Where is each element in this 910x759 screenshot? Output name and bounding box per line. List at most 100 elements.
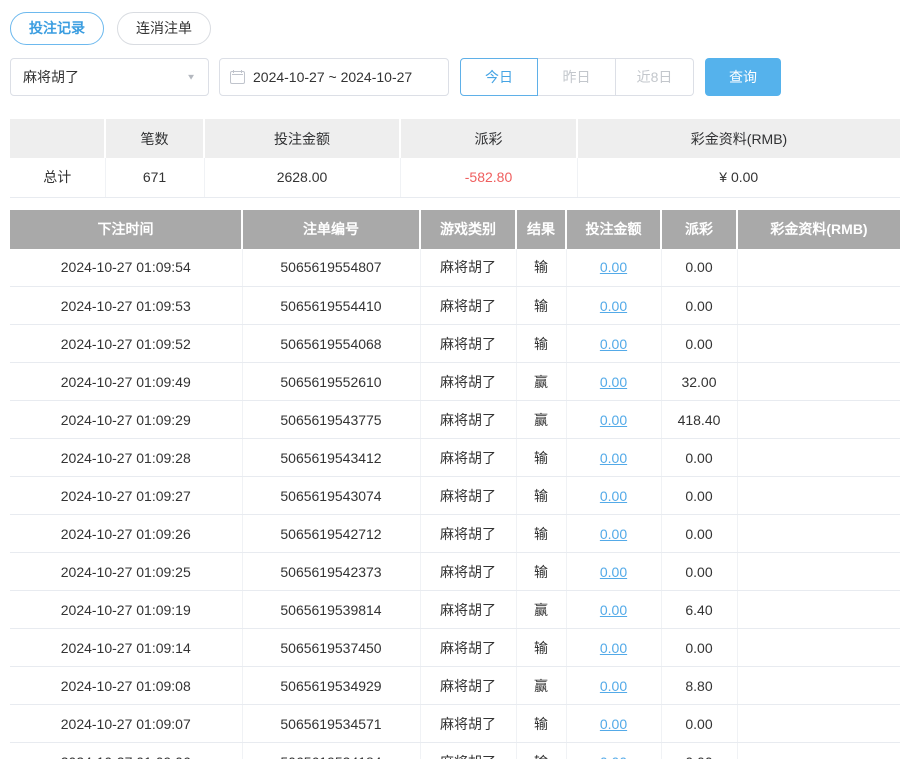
bet-amount-link[interactable]: 0.00: [600, 602, 627, 618]
table-row: 2024-10-27 01:09:52 5065619554068 麻将胡了 输…: [10, 325, 900, 363]
header-game-type: 游戏类别: [420, 210, 516, 249]
bonus-cell: [737, 515, 900, 553]
bet-amount-link[interactable]: 0.00: [600, 336, 627, 352]
summary-header-count: 笔数: [105, 119, 204, 158]
game-type-cell: 麻将胡了: [420, 667, 516, 705]
result-cell: 输: [516, 477, 566, 515]
table-row: 2024-10-27 01:09:53 5065619554410 麻将胡了 输…: [10, 287, 900, 325]
payout-cell: 0.00: [661, 287, 737, 325]
bonus-cell: [737, 439, 900, 477]
table-row: 2024-10-27 01:09:25 5065619542373 麻将胡了 输…: [10, 553, 900, 591]
result-cell: 输: [516, 705, 566, 743]
header-payout: 派彩: [661, 210, 737, 249]
payout-cell: 0.00: [661, 439, 737, 477]
order-number-cell: 5065619543074: [242, 477, 420, 515]
result-cell: 输: [516, 287, 566, 325]
summary-header-bet-amount: 投注金额: [204, 119, 400, 158]
header-bonus: 彩金资料(RMB): [737, 210, 900, 249]
date-range-input[interactable]: 2024-10-27 ~ 2024-10-27: [219, 58, 449, 96]
payout-cell: 32.00: [661, 363, 737, 401]
order-number-cell: 5065619554410: [242, 287, 420, 325]
betting-records-page: 投注记录 连消注单 麻将胡了 ▼ 2024-10-27 ~ 2024-10-27…: [0, 0, 910, 759]
bet-amount-cell: 0.00: [566, 363, 661, 401]
bet-amount-cell: 0.00: [566, 629, 661, 667]
payout-cell: 0.00: [661, 249, 737, 287]
order-number-cell: 5065619554068: [242, 325, 420, 363]
table-row: 2024-10-27 01:09:54 5065619554807 麻将胡了 输…: [10, 249, 900, 287]
summary-header-bonus: 彩金资料(RMB): [577, 119, 900, 158]
bet-time-cell: 2024-10-27 01:09:28: [10, 439, 242, 477]
result-cell: 输: [516, 629, 566, 667]
result-cell: 赢: [516, 591, 566, 629]
yesterday-button[interactable]: 昨日: [538, 58, 616, 96]
bet-amount-link[interactable]: 0.00: [600, 488, 627, 504]
payout-cell: 0.00: [661, 553, 737, 591]
query-button[interactable]: 查询: [705, 58, 781, 96]
bet-amount-link[interactable]: 0.00: [600, 412, 627, 428]
order-number-cell: 5065619543775: [242, 401, 420, 439]
bet-amount-link[interactable]: 0.00: [600, 564, 627, 580]
calendar-icon: [230, 70, 245, 84]
tab-betting-records[interactable]: 投注记录: [10, 12, 104, 45]
last-8-days-button[interactable]: 近8日: [616, 58, 694, 96]
game-type-cell: 麻将胡了: [420, 477, 516, 515]
table-row: 2024-10-27 01:09:27 5065619543074 麻将胡了 输…: [10, 477, 900, 515]
game-type-cell: 麻将胡了: [420, 401, 516, 439]
bet-amount-cell: 0.00: [566, 705, 661, 743]
bet-amount-cell: 0.00: [566, 515, 661, 553]
result-cell: 输: [516, 553, 566, 591]
order-number-cell: 5065619554807: [242, 249, 420, 287]
summary-total-count: 671: [105, 158, 204, 197]
bet-amount-link[interactable]: 0.00: [600, 640, 627, 656]
game-type-cell: 麻将胡了: [420, 515, 516, 553]
summary-header-payout: 派彩: [400, 119, 577, 158]
bonus-cell: [737, 249, 900, 287]
table-row: 2024-10-27 01:09:19 5065619539814 麻将胡了 赢…: [10, 591, 900, 629]
bet-time-cell: 2024-10-27 01:09:19: [10, 591, 242, 629]
bet-amount-cell: 0.00: [566, 667, 661, 705]
game-type-cell: 麻将胡了: [420, 287, 516, 325]
bet-amount-link[interactable]: 0.00: [600, 716, 627, 732]
bet-time-cell: 2024-10-27 01:09:29: [10, 401, 242, 439]
summary-table: 笔数 投注金额 派彩 彩金资料(RMB) 总计 671 2628.00 -582…: [10, 119, 900, 198]
summary-header-row: 笔数 投注金额 派彩 彩金资料(RMB): [10, 119, 900, 158]
table-row: 2024-10-27 01:09:26 5065619542712 麻将胡了 输…: [10, 515, 900, 553]
bet-amount-cell: 0.00: [566, 439, 661, 477]
order-number-cell: 5065619537450: [242, 629, 420, 667]
result-cell: 赢: [516, 401, 566, 439]
payout-cell: 0.00: [661, 743, 737, 759]
bet-amount-link[interactable]: 0.00: [600, 678, 627, 694]
today-button[interactable]: 今日: [460, 58, 538, 96]
bonus-cell: [737, 629, 900, 667]
game-type-cell: 麻将胡了: [420, 439, 516, 477]
game-type-cell: 麻将胡了: [420, 591, 516, 629]
bet-amount-link[interactable]: 0.00: [600, 754, 627, 759]
bonus-cell: [737, 705, 900, 743]
game-type-cell: 麻将胡了: [420, 743, 516, 759]
bet-time-cell: 2024-10-27 01:09:08: [10, 667, 242, 705]
game-type-cell: 麻将胡了: [420, 249, 516, 287]
result-cell: 输: [516, 325, 566, 363]
table-row: 2024-10-27 01:09:14 5065619537450 麻将胡了 输…: [10, 629, 900, 667]
bet-amount-link[interactable]: 0.00: [600, 298, 627, 314]
payout-cell: 0.00: [661, 629, 737, 667]
order-number-cell: 5065619543412: [242, 439, 420, 477]
game-select[interactable]: 麻将胡了 ▼: [10, 58, 209, 96]
summary-header-blank: [10, 119, 105, 158]
bet-amount-cell: 0.00: [566, 325, 661, 363]
bet-amount-link[interactable]: 0.00: [600, 450, 627, 466]
bet-amount-link[interactable]: 0.00: [600, 259, 627, 275]
bet-records-table: 下注时间 注单编号 游戏类别 结果 投注金额 派彩 彩金资料(RMB) 2024…: [10, 210, 900, 759]
header-result: 结果: [516, 210, 566, 249]
bet-amount-cell: 0.00: [566, 401, 661, 439]
record-type-tabs: 投注记录 连消注单: [10, 12, 910, 45]
bet-amount-link[interactable]: 0.00: [600, 374, 627, 390]
bet-amount-link[interactable]: 0.00: [600, 526, 627, 542]
bet-amount-cell: 0.00: [566, 743, 661, 759]
bonus-cell: [737, 287, 900, 325]
bet-amount-cell: 0.00: [566, 249, 661, 287]
date-range-value: 2024-10-27 ~ 2024-10-27: [253, 69, 412, 85]
header-bet-amount: 投注金额: [566, 210, 661, 249]
tab-cancelled-bets[interactable]: 连消注单: [117, 12, 211, 45]
bet-time-cell: 2024-10-27 01:09:06: [10, 743, 242, 759]
